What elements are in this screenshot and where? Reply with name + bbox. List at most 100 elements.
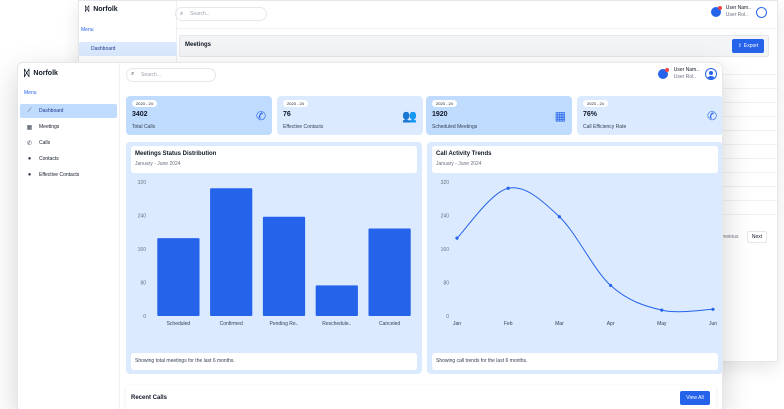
users-icon: 👥 bbox=[402, 109, 417, 123]
sidebar-item-label: Calls bbox=[39, 140, 51, 146]
search-input[interactable]: ⌕ Search... bbox=[126, 68, 216, 82]
stat-value: 76% bbox=[583, 111, 598, 118]
table-row bbox=[719, 173, 777, 187]
x-tick-label: Jan bbox=[453, 321, 461, 327]
bar bbox=[315, 285, 358, 316]
table-row bbox=[719, 145, 777, 159]
y-tick-label: 240 bbox=[441, 214, 450, 220]
chart-line-icon: ⟋ bbox=[27, 107, 32, 114]
export-button[interactable]: ⇪ Export bbox=[732, 39, 764, 53]
phone-volume-icon: ✆ bbox=[706, 109, 717, 123]
sidebar-item-calls[interactable]: ✆ Calls bbox=[20, 136, 117, 150]
stat-label: Call Efficiency Rate bbox=[583, 124, 627, 130]
x-tick-label: Reschedule.. bbox=[322, 321, 351, 327]
table-row bbox=[719, 187, 777, 201]
app-name: Norfolk bbox=[33, 69, 58, 77]
back-nav-dashboard[interactable]: Dashboard bbox=[79, 42, 177, 56]
logo-icon: ᛞ bbox=[24, 68, 30, 78]
user-role: User Rol.. bbox=[673, 74, 696, 80]
table-row bbox=[719, 75, 777, 89]
dashboard-window: ᛞ Norfolk Menu ⟋ Dashboard ▦ Meetings ✆ … bbox=[17, 62, 723, 409]
pagination-next[interactable]: Next bbox=[747, 231, 767, 243]
panel-title: Meetings Status Distribution bbox=[135, 151, 217, 157]
y-tick-label: 80 bbox=[443, 281, 449, 287]
table-row bbox=[719, 131, 777, 145]
sidebar-item-label: Dashboard bbox=[39, 108, 64, 114]
back-topbar bbox=[177, 1, 777, 29]
menu-label: Menu bbox=[24, 90, 37, 96]
x-tick-label: Scheduled bbox=[167, 321, 191, 327]
sidebar-item-dashboard[interactable]: ⟋ Dashboard bbox=[20, 104, 117, 118]
stat-label: Total Calls bbox=[132, 124, 156, 130]
panel-footer-text: Showing total meetings for the last 6 mo… bbox=[135, 358, 235, 364]
y-tick-label: 80 bbox=[140, 281, 146, 287]
data-point bbox=[455, 236, 459, 240]
stat-card-effective-contacts[interactable]: 2023 - 24 76 Effective Contacts 👥 bbox=[277, 96, 423, 135]
table-row bbox=[719, 201, 777, 215]
sidebar-item-meetings[interactable]: ▦ Meetings bbox=[20, 120, 117, 134]
bell-icon[interactable] bbox=[657, 68, 669, 79]
stat-value: 1920 bbox=[432, 111, 448, 118]
stat-card-call-efficiency[interactable]: 2023 - 24 76% Call Efficiency Rate ✆ bbox=[577, 96, 722, 135]
back-table bbox=[719, 61, 777, 251]
table-row bbox=[719, 61, 777, 75]
app-logo[interactable]: ᛞ Norfolk bbox=[24, 68, 58, 78]
search-icon: ⌕ bbox=[180, 11, 184, 17]
call-activity-panel: Call Activity Trends January - June 2024… bbox=[427, 142, 722, 374]
bar bbox=[157, 238, 200, 316]
data-point bbox=[609, 283, 613, 288]
back-logo: ᛞ Norfolk bbox=[85, 6, 118, 13]
bell-icon[interactable] bbox=[710, 6, 722, 17]
view-all-button[interactable]: View All bbox=[680, 391, 710, 405]
panel-header: Call Activity Trends January - June 2024 bbox=[432, 146, 718, 173]
users-icon: ● bbox=[27, 156, 32, 162]
avatar[interactable] bbox=[756, 6, 767, 18]
table-row bbox=[719, 117, 777, 131]
back-user-area[interactable]: User Nam.. User Rol.. bbox=[710, 5, 767, 19]
stat-card-total-calls[interactable]: 2023 - 24 3402 Total Calls ✆ bbox=[126, 96, 272, 135]
stat-card-scheduled-meetings[interactable]: 2023 - 24 1920 Scheduled Meetings ▦ bbox=[426, 96, 572, 135]
section-title: Recent Calls bbox=[131, 395, 168, 401]
sidebar-item-label: Contacts bbox=[39, 156, 59, 162]
bar bbox=[262, 216, 306, 316]
export-label: Export bbox=[743, 43, 759, 49]
year-badge: 2023 - 24 bbox=[583, 100, 608, 107]
table-row bbox=[719, 159, 777, 173]
stat-value: 3402 bbox=[132, 111, 148, 118]
sidebar-item-label: Effective Contacts bbox=[39, 172, 80, 178]
search-icon: ⌕ bbox=[131, 71, 135, 77]
y-tick-label: 160 bbox=[138, 247, 147, 253]
sidebar-item-label: Meetings bbox=[39, 124, 60, 130]
panel-subtitle: January - June 2024 bbox=[135, 161, 181, 167]
table-row bbox=[719, 89, 777, 103]
x-tick-label: Apr bbox=[607, 321, 615, 327]
sidebar: ᛞ Norfolk Menu ⟋ Dashboard ▦ Meetings ✆ … bbox=[18, 63, 120, 409]
calendar-icon: ▦ bbox=[26, 124, 33, 131]
avatar[interactable] bbox=[705, 68, 717, 80]
user-menu[interactable]: User Nam.. User Rol.. bbox=[657, 67, 717, 81]
sidebar-nav: ⟋ Dashboard ▦ Meetings ✆ Calls ● Contact… bbox=[20, 104, 117, 184]
year-badge: 2023 - 24 bbox=[132, 100, 157, 107]
data-point bbox=[557, 215, 561, 219]
x-tick-label: Feb bbox=[504, 321, 513, 327]
sidebar-item-effective-contacts[interactable]: ● Effective Contacts bbox=[20, 168, 117, 182]
panel-header: Meetings Status Distribution January - J… bbox=[131, 146, 417, 173]
sidebar-item-contacts[interactable]: ● Contacts bbox=[20, 152, 117, 166]
bar bbox=[368, 228, 411, 316]
x-tick-label: Jun bbox=[709, 321, 717, 327]
data-point bbox=[711, 307, 715, 311]
back-search-input[interactable]: ⌕ Search... bbox=[175, 7, 267, 21]
back-section-title: Meetings bbox=[185, 42, 212, 48]
back-meetings-header: Meetings ⇪ Export bbox=[179, 35, 769, 57]
export-icon: ⇪ bbox=[737, 43, 742, 49]
x-tick-label: May bbox=[657, 321, 667, 327]
year-badge: 2023 - 24 bbox=[432, 100, 457, 107]
user-group-icon: ● bbox=[27, 172, 32, 178]
stat-value: 76 bbox=[283, 111, 291, 118]
stat-label: Scheduled Meetings bbox=[432, 124, 478, 130]
x-tick-label: Mar bbox=[555, 321, 564, 327]
x-tick-label: Confirmed bbox=[220, 321, 243, 327]
phone-icon: ✆ bbox=[255, 109, 266, 123]
panel-footer: Showing total meetings for the last 6 mo… bbox=[131, 353, 417, 370]
topbar: ⌕ Search... User Nam.. User Rol.. bbox=[120, 63, 722, 87]
